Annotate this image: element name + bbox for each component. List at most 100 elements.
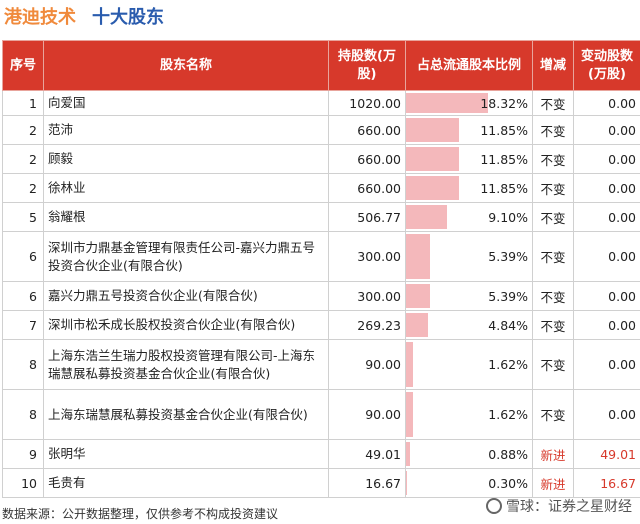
- holder-name: 深圳市力鼎基金管理有限责任公司-嘉兴力鼎五号投资合伙企业(有限合伙): [43, 231, 329, 282]
- row-index: 5: [2, 202, 44, 232]
- ratio-value: 4.84%: [488, 317, 528, 333]
- ratio-value: 9.10%: [488, 209, 528, 225]
- share-change: 0.00: [573, 202, 640, 232]
- col-header-delta: 变动股数(万股): [573, 40, 640, 91]
- ratio-value: 0.30%: [488, 475, 528, 491]
- ratio-cell: 4.84%: [405, 310, 533, 340]
- shares-held: 660.00: [328, 173, 406, 203]
- share-change: 0.00: [573, 115, 640, 145]
- table-row: 6 嘉兴力鼎五号投资合伙企业(有限合伙) 300.00 5.39% 不变 0.00: [2, 281, 640, 311]
- shares-held: 660.00: [328, 144, 406, 174]
- brand-watermark: 雪球：证券之星财经: [486, 496, 632, 516]
- ratio-cell: 0.88%: [405, 439, 533, 469]
- ratio-value: 1.62%: [488, 407, 528, 422]
- row-index: 2: [2, 115, 44, 145]
- table-row: 2 顾毅 660.00 11.85% 不变 0.00: [2, 144, 640, 174]
- ratio-value: 18.32%: [480, 95, 528, 111]
- change-status: 不变: [532, 281, 574, 311]
- share-change: 0.00: [573, 90, 640, 116]
- table-subtitle: 十大股东: [92, 7, 164, 28]
- table-row: 8 上海东浩兰生瑞力股权投资管理有限公司-上海东瑞慧展私募投资基金合伙企业(有限合…: [2, 339, 640, 390]
- ratio-value: 11.85%: [480, 151, 528, 167]
- holder-name: 嘉兴力鼎五号投资合伙企业(有限合伙): [43, 281, 329, 311]
- change-status: 不变: [532, 231, 574, 282]
- holder-name: 毛贵有: [43, 468, 329, 498]
- shares-held: 49.01: [328, 439, 406, 469]
- table-row: 6 深圳市力鼎基金管理有限责任公司-嘉兴力鼎五号投资合伙企业(有限合伙) 300.0…: [2, 231, 640, 282]
- ratio-value: 5.39%: [488, 288, 528, 304]
- row-index: 10: [2, 468, 44, 498]
- table-row: 2 徐林业 660.00 11.85% 不变 0.00: [2, 173, 640, 203]
- holder-name: 向爱国: [43, 90, 329, 116]
- ratio-value: 1.62%: [488, 357, 528, 372]
- share-change: 0.00: [573, 310, 640, 340]
- share-change: 0.00: [573, 389, 640, 440]
- company-title: 港迪技术: [4, 7, 76, 28]
- title-bar: 港迪技术 十大股东: [0, 0, 640, 34]
- holder-name: 上海东浩兰生瑞力股权投资管理有限公司-上海东瑞慧展私募投资基金合伙企业(有限合伙…: [43, 339, 329, 390]
- change-status: 不变: [532, 144, 574, 174]
- table-body: 1 向爱国 1020.00 18.32% 不变 0.00 2 范沛 660.00 11.85% 不变…: [2, 90, 640, 498]
- share-change: 16.67: [573, 468, 640, 498]
- table-header-row: 序号 股东名称 持股数(万股) 占总流通股本比例 增减 变动股数(万股): [2, 40, 640, 91]
- holder-name: 张明华: [43, 439, 329, 469]
- col-header-shares: 持股数(万股): [328, 40, 406, 91]
- ratio-cell: 11.85%: [405, 115, 533, 145]
- holder-name: 上海东瑞慧展私募投资基金合伙企业(有限合伙): [43, 389, 329, 440]
- change-status: 不变: [532, 339, 574, 390]
- ratio-cell: 1.62%: [405, 389, 533, 440]
- snowball-logo-icon: [486, 498, 502, 514]
- ratio-value: 5.39%: [488, 249, 528, 264]
- table-row: 5 翁耀根 506.77 9.10% 不变 0.00: [2, 202, 640, 232]
- holder-name: 深圳市松禾成长股权投资合伙企业(有限合伙): [43, 310, 329, 340]
- ratio-cell: 11.85%: [405, 144, 533, 174]
- col-header-ratio: 占总流通股本比例: [405, 40, 533, 91]
- top-shareholders-table: 序号 股东名称 持股数(万股) 占总流通股本比例 增减 变动股数(万股) 1 向爱…: [2, 40, 640, 498]
- shares-held: 660.00: [328, 115, 406, 145]
- ratio-cell: 9.10%: [405, 202, 533, 232]
- ratio-cell: 0.30%: [405, 468, 533, 498]
- holder-name: 徐林业: [43, 173, 329, 203]
- ratio-value: 11.85%: [480, 122, 528, 138]
- change-status: 不变: [532, 173, 574, 203]
- table-row: 2 范沛 660.00 11.85% 不变 0.00: [2, 115, 640, 145]
- col-header-index: 序号: [2, 40, 44, 91]
- row-index: 9: [2, 439, 44, 469]
- row-index: 8: [2, 389, 44, 440]
- shares-held: 300.00: [328, 231, 406, 282]
- shares-held: 300.00: [328, 281, 406, 311]
- change-status: 不变: [532, 115, 574, 145]
- ratio-cell: 1.62%: [405, 339, 533, 390]
- change-status: 不变: [532, 90, 574, 116]
- change-status: 不变: [532, 202, 574, 232]
- row-index: 2: [2, 144, 44, 174]
- table-row: 10 毛贵有 16.67 0.30% 新进 16.67: [2, 468, 640, 498]
- holder-name: 翁耀根: [43, 202, 329, 232]
- shares-held: 506.77: [328, 202, 406, 232]
- data-source-note: 数据来源：公开数据整理，仅供参考不构成投资建议: [2, 507, 279, 521]
- change-status: 新进: [532, 439, 574, 469]
- row-index: 7: [2, 310, 44, 340]
- holder-name: 顾毅: [43, 144, 329, 174]
- table-row: 7 深圳市松禾成长股权投资合伙企业(有限合伙) 269.23 4.84% 不变 0.00: [2, 310, 640, 340]
- ratio-cell: 5.39%: [405, 281, 533, 311]
- row-index: 6: [2, 231, 44, 282]
- shares-held: 269.23: [328, 310, 406, 340]
- brand-text: 雪球：证券之星财经: [506, 499, 632, 515]
- row-index: 8: [2, 339, 44, 390]
- shares-held: 16.67: [328, 468, 406, 498]
- ratio-cell: 5.39%: [405, 231, 533, 282]
- col-header-name: 股东名称: [43, 40, 329, 91]
- ratio-value: 0.88%: [488, 446, 528, 462]
- share-change: 0.00: [573, 144, 640, 174]
- change-status: 不变: [532, 310, 574, 340]
- share-change: 0.00: [573, 339, 640, 390]
- change-status: 新进: [532, 468, 574, 498]
- table-row: 9 张明华 49.01 0.88% 新进 49.01: [2, 439, 640, 469]
- share-change: 0.00: [573, 173, 640, 203]
- ratio-cell: 11.85%: [405, 173, 533, 203]
- ratio-cell: 18.32%: [405, 90, 533, 116]
- share-change: 0.00: [573, 231, 640, 282]
- ratio-value: 11.85%: [480, 180, 528, 196]
- table-row: 8 上海东瑞慧展私募投资基金合伙企业(有限合伙) 90.00 1.62% 不变 0.00: [2, 389, 640, 440]
